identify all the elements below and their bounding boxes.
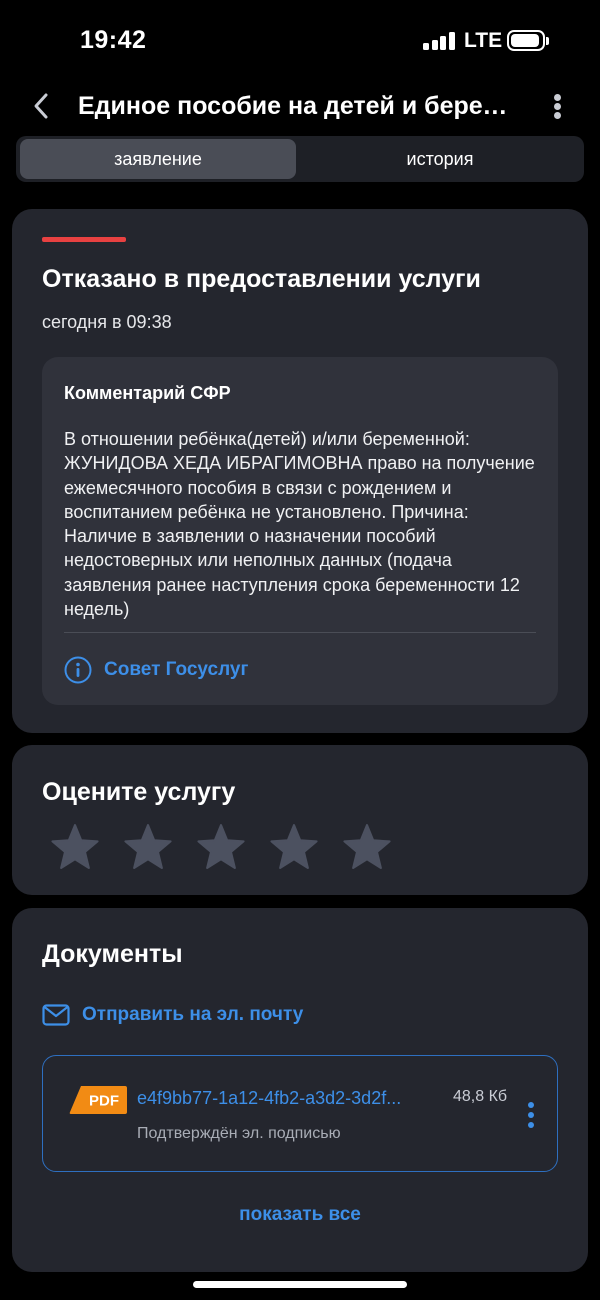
divider [64, 632, 536, 633]
star-icon[interactable] [123, 823, 173, 871]
chevron-left-icon [34, 93, 48, 119]
svg-text:PDF: PDF [89, 1093, 119, 1110]
pdf-file-icon: PDF [69, 1086, 127, 1114]
rating-title: Оцените услугу [42, 778, 236, 806]
status-title: Отказано в предоставлении услуги [42, 265, 481, 293]
network-label: LTE [464, 29, 503, 52]
advice-link[interactable]: Совет Госуслуг [64, 655, 248, 685]
home-indicator[interactable] [193, 1281, 407, 1288]
document-name[interactable]: e4f9bb77-1a12-4fb2-a3d2-3d2f... [137, 1088, 447, 1109]
status-indicator [42, 237, 126, 242]
mail-icon [42, 1004, 70, 1026]
battery-nub [546, 37, 549, 45]
battery-icon [507, 30, 545, 51]
star-icon[interactable] [50, 823, 100, 871]
status-timestamp: сегодня в 09:38 [42, 312, 172, 332]
info-icon [64, 656, 92, 684]
send-email-label: Отправить на эл. почту [82, 1004, 304, 1025]
tab-application[interactable]: заявление [20, 139, 296, 179]
star-icon[interactable] [342, 823, 392, 871]
documents-card: Документы Отправить на эл. почту PDF e4f… [12, 908, 588, 1272]
document-menu-button[interactable] [521, 1100, 541, 1130]
status-bar: 19:42 LTE [0, 0, 600, 80]
comment-box: Комментарий СФР В отношении ребёнка(дете… [42, 357, 558, 705]
back-button[interactable] [28, 90, 58, 122]
star-icon[interactable] [269, 823, 319, 871]
star-rating [50, 823, 415, 871]
send-email-button[interactable]: Отправить на эл. почту [42, 1000, 303, 1030]
star-icon[interactable] [196, 823, 246, 871]
status-time: 19:42 [80, 26, 147, 54]
battery-fill [511, 34, 539, 47]
status-card: Отказано в предоставлении услуги сегодня… [12, 209, 588, 733]
rating-card: Оцените услугу [12, 745, 588, 895]
show-all-button[interactable]: показать все [12, 1204, 588, 1226]
app-header: Единое пособие на детей и берем... [0, 80, 600, 132]
segmented-tabs: заявление история [16, 136, 584, 182]
more-menu-button[interactable] [548, 90, 568, 122]
comment-text: В отношении ребёнка(детей) и/или беремен… [64, 429, 535, 620]
page-title: Единое пособие на детей и берем... [78, 92, 518, 120]
document-size: 48,8 Кб [453, 1088, 508, 1105]
tab-history[interactable]: история [300, 139, 580, 179]
document-item[interactable]: PDF e4f9bb77-1a12-4fb2-a3d2-3d2f... 48,8… [42, 1055, 558, 1172]
comment-title: Комментарий СФР [64, 383, 231, 403]
advice-label: Совет Госуслуг [104, 659, 249, 680]
documents-title: Документы [42, 940, 183, 968]
document-signature-status: Подтверждён эл. подписью [137, 1125, 341, 1142]
signal-icon [423, 32, 455, 50]
